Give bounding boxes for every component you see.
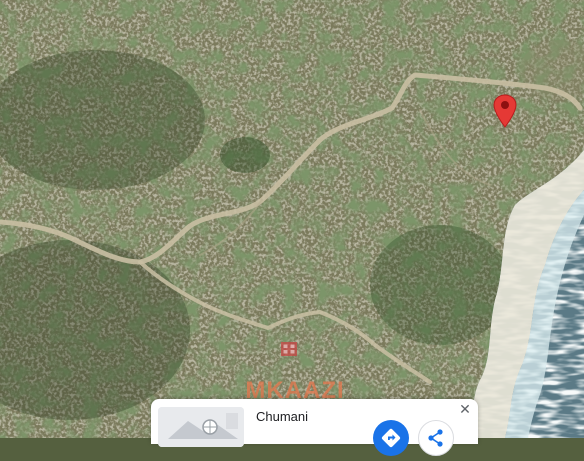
directions-button[interactable] bbox=[373, 420, 409, 456]
share-icon bbox=[428, 429, 443, 447]
satellite-map[interactable] bbox=[0, 0, 584, 438]
place-card[interactable]: Chumani ✕ bbox=[151, 399, 478, 456]
directions-icon bbox=[381, 428, 401, 448]
house-logo-icon bbox=[281, 342, 297, 356]
street-view-thumbnail-icon[interactable] bbox=[158, 407, 244, 447]
close-icon[interactable]: ✕ bbox=[458, 402, 472, 416]
place-title: Chumani bbox=[256, 409, 309, 424]
share-button[interactable] bbox=[418, 420, 454, 456]
map-pin-icon[interactable] bbox=[493, 94, 517, 128]
